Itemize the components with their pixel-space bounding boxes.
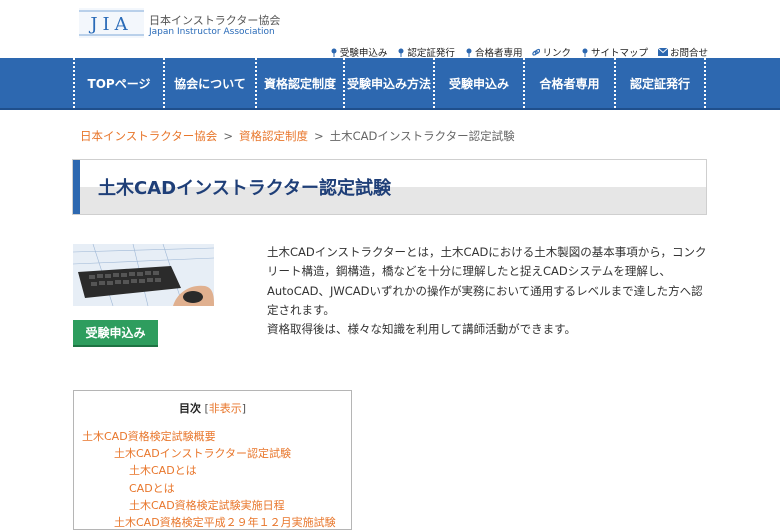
jia-logo-mark: JIA bbox=[79, 8, 144, 38]
util-link-label: リンク bbox=[542, 48, 571, 59]
util-link-contact[interactable]: お問合せ bbox=[657, 45, 708, 59]
toc-item[interactable]: 土木CADインストラクター認定試験 bbox=[74, 445, 351, 462]
org-name-jp: 日本インストラクター協会 bbox=[149, 14, 281, 27]
util-link-links[interactable]: リンク bbox=[532, 45, 571, 59]
nav-item-apply[interactable]: 受験申込み bbox=[433, 58, 523, 108]
toc-title: 目次 bbox=[178, 402, 201, 415]
breadcrumb-parent[interactable]: 資格認定制度 bbox=[239, 129, 308, 143]
toc-item[interactable]: 土木CAD資格検定試験実施日程 bbox=[74, 497, 351, 514]
breadcrumb-separator: > bbox=[313, 129, 324, 143]
toc-item[interactable]: 土木CAD資格検定平成２９年１２月実施試験 bbox=[74, 514, 351, 531]
title-accent-bar bbox=[73, 160, 80, 214]
toc-header: 目次 [非表示] bbox=[74, 400, 351, 416]
description-text: 土木CADインストラクターとは，土木CADにおける土木製図の基本事項から，コンク… bbox=[267, 245, 707, 317]
link-icon bbox=[532, 48, 541, 56]
description: 土木CADインストラクターとは，土木CADにおける土木製図の基本事項から，コンク… bbox=[267, 243, 709, 339]
apply-button[interactable]: 受験申込み bbox=[73, 320, 158, 347]
breadcrumb-current: 土木CADインストラクター認定試験 bbox=[329, 129, 515, 143]
nav-item-how-to-apply[interactable]: 受験申込み方法 bbox=[343, 58, 433, 108]
util-link-label: サイトマップ bbox=[590, 48, 648, 59]
breadcrumb-home[interactable]: 日本インストラクター協会 bbox=[80, 129, 217, 143]
toc-toggle[interactable]: [非表示] bbox=[204, 402, 246, 415]
util-link-passers[interactable]: 合格者専用 bbox=[465, 45, 523, 59]
breadcrumb: 日本インストラクター協会 > 資格認定制度 > 土木CADインストラクター認定試験 bbox=[80, 128, 515, 144]
main-nav: TOPページ 協会について 資格認定制度 受験申込み方法 受験申込み 合格者専用… bbox=[0, 58, 780, 110]
site-logo[interactable]: JIA 日本インストラクター協会 Japan Instructor Associ… bbox=[79, 8, 281, 40]
breadcrumb-separator: > bbox=[223, 129, 233, 143]
util-link-label: 合格者専用 bbox=[474, 48, 523, 59]
util-link-label: お問合せ bbox=[669, 48, 708, 59]
mail-icon bbox=[657, 48, 668, 56]
pin-icon bbox=[398, 48, 404, 57]
toc-item[interactable]: 土木CADとは bbox=[74, 462, 351, 479]
nav-item-top[interactable]: TOPページ bbox=[73, 58, 163, 108]
pin-icon bbox=[582, 48, 588, 57]
page-title: 土木CADインストラクター認定試験 bbox=[98, 178, 392, 199]
utility-nav: 受験申込み 認定証発行 合格者専用 リンク サイトマップ お問合せ bbox=[330, 45, 708, 59]
org-name-en: Japan Instructor Association bbox=[149, 27, 275, 37]
toc-item[interactable]: 土木CAD資格検定試験概要 bbox=[74, 428, 351, 445]
page-title-box: 土木CADインストラクター認定試験 bbox=[72, 159, 707, 215]
pin-icon bbox=[331, 48, 337, 57]
util-link-label: 受験申込み bbox=[339, 48, 388, 59]
util-link-label: 認定証発行 bbox=[407, 48, 455, 59]
toc-toggle-label[interactable]: 非表示 bbox=[209, 402, 242, 415]
nav-item-passers[interactable]: 合格者専用 bbox=[523, 58, 614, 108]
table-of-contents: 目次 [非表示] 土木CAD資格検定試験概要 土木CADインストラクター認定試験… bbox=[73, 390, 352, 530]
nav-item-certificate[interactable]: 認定証発行 bbox=[614, 58, 706, 108]
util-link-apply[interactable]: 受験申込み bbox=[330, 45, 388, 59]
keyboard-photo bbox=[73, 244, 214, 306]
nav-item-about[interactable]: 協会について bbox=[163, 58, 255, 108]
toc-toggle-close: ] bbox=[241, 402, 247, 415]
toc-item[interactable]: CADとは bbox=[74, 480, 351, 497]
util-link-certificate[interactable]: 認定証発行 bbox=[397, 45, 455, 59]
description-text-2: 資格取得後は、様々な知識を利用して講師活動ができます。 bbox=[267, 322, 577, 337]
pin-icon bbox=[466, 48, 472, 57]
logo-text: JIA bbox=[88, 14, 132, 35]
util-link-sitemap[interactable]: サイトマップ bbox=[581, 45, 648, 59]
nav-item-certification[interactable]: 資格認定制度 bbox=[255, 58, 343, 108]
keyboard-illustration bbox=[73, 244, 214, 306]
